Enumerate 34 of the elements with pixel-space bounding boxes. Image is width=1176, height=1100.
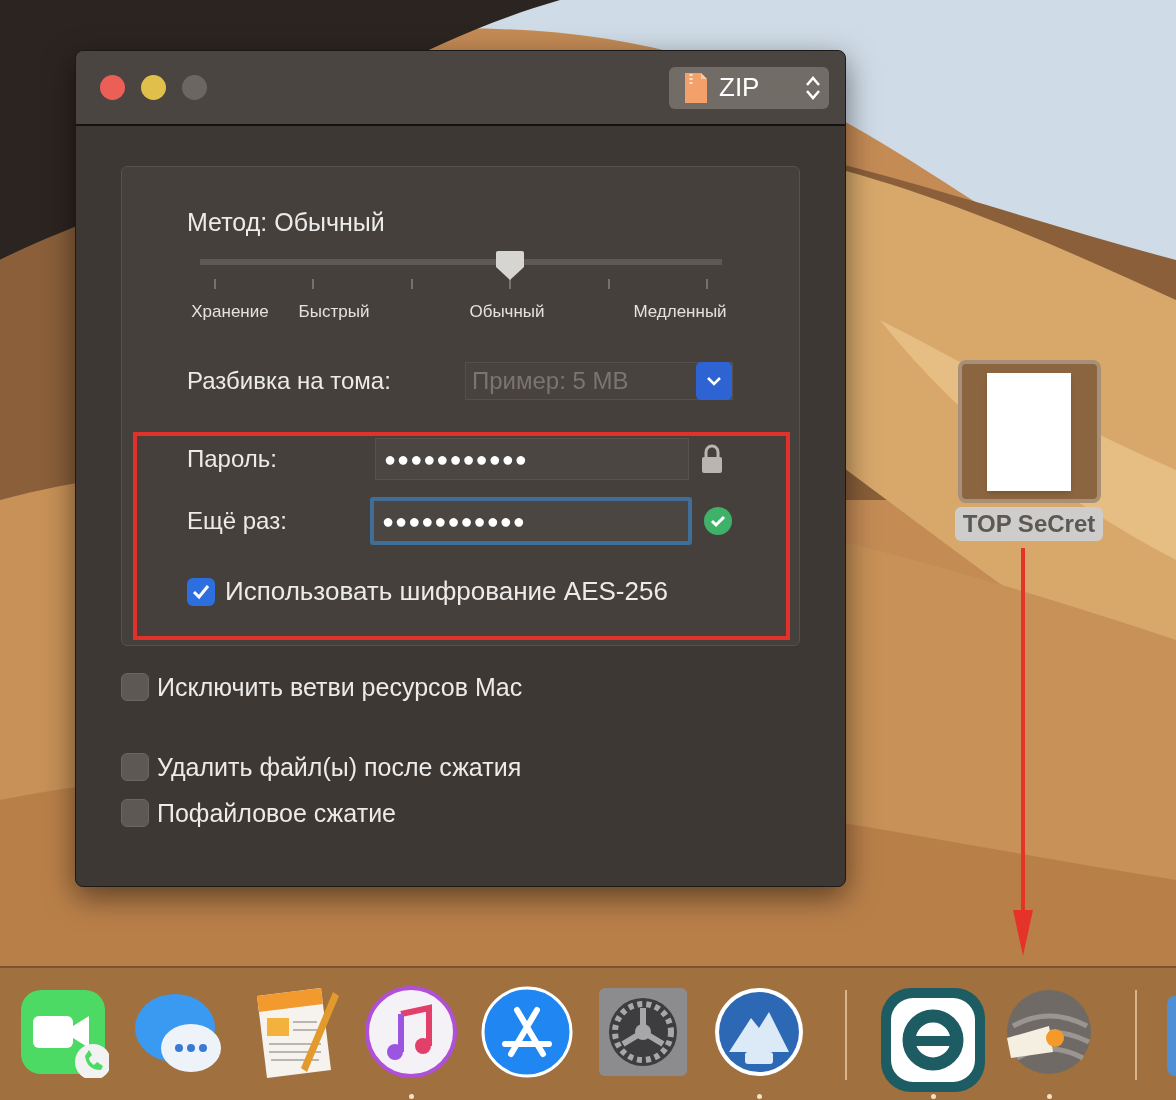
password-field[interactable]: ●●●●●●●●●●● bbox=[375, 438, 689, 480]
method-label: Метод: Обычный bbox=[187, 207, 386, 237]
checkbox-label: Исключить ветви ресурсов Mac bbox=[157, 672, 523, 702]
checkbox[interactable] bbox=[187, 577, 215, 606]
aes-checkbox-label: Использовать шифрование AES-256 bbox=[225, 575, 668, 608]
password-label: Пароль: bbox=[187, 444, 278, 474]
slider-tick-label: Обычный bbox=[469, 301, 545, 323]
slider-thumb[interactable] bbox=[495, 249, 526, 281]
slider-tick-label: Медленный bbox=[633, 301, 727, 323]
checkbox-label: Удалить файл(ы) после сжатия bbox=[157, 752, 522, 782]
app-store-icon[interactable] bbox=[481, 986, 573, 1078]
file-name-label[interactable]: TOP SeCret bbox=[954, 507, 1104, 541]
mountain-icon[interactable] bbox=[713, 986, 805, 1078]
letter-e-app-icon[interactable] bbox=[879, 986, 987, 1094]
checkbox[interactable] bbox=[121, 799, 149, 827]
checkbox[interactable] bbox=[121, 753, 149, 781]
chevron-updown-icon bbox=[805, 74, 821, 101]
minimize-button[interactable] bbox=[141, 75, 166, 100]
checkbox[interactable] bbox=[121, 673, 149, 701]
split-label: Разбивка на тома: bbox=[187, 366, 392, 396]
format-popup-button[interactable]: ZIP bbox=[669, 66, 829, 109]
checkmark-icon bbox=[191, 582, 211, 601]
zip-file-icon bbox=[683, 70, 709, 105]
slider-tick-label: Хранение bbox=[191, 301, 269, 323]
close-button[interactable] bbox=[100, 75, 125, 100]
music-note-icon[interactable] bbox=[365, 986, 457, 1078]
checkbox-label: Пофайловое сжатие bbox=[157, 798, 396, 828]
slider-tick-label: Быстрый bbox=[298, 301, 370, 323]
dropdown-chevron-icon[interactable] bbox=[696, 362, 732, 400]
password-field[interactable]: ●●●●●●●●●●● bbox=[370, 497, 692, 545]
file-thumbnail[interactable] bbox=[957, 360, 1101, 503]
lock-icon bbox=[701, 444, 723, 474]
gear-icon[interactable] bbox=[597, 986, 689, 1078]
password-label: Ещё раз: bbox=[187, 506, 288, 536]
